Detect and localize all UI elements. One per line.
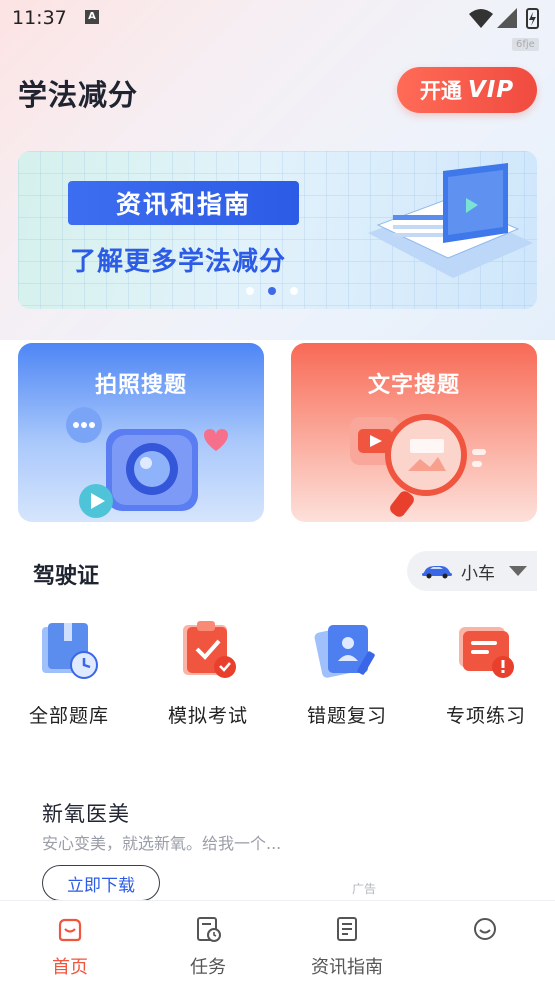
camera-icon — [66, 407, 228, 518]
question-bank-icon — [34, 615, 104, 685]
feature-mistake-review[interactable]: 错题复习 — [278, 615, 416, 728]
feature-question-bank[interactable]: 全部题库 — [0, 615, 138, 728]
task-icon — [197, 917, 221, 942]
ad-tag: 广告 — [352, 882, 377, 896]
wifi-icon — [469, 9, 493, 28]
tab-news-guide[interactable]: 资讯指南 — [292, 915, 402, 979]
text-search-label: 文字搜题 — [367, 373, 460, 398]
tab-label: 资讯指南 — [311, 957, 383, 978]
tab-home[interactable]: 首页 — [15, 915, 125, 979]
license-section-title: 驾驶证 — [33, 564, 100, 589]
vehicle-type-label: 小车 — [461, 563, 495, 584]
tab-label: 任务 — [190, 957, 226, 978]
notification-icon: A — [85, 10, 99, 24]
text-search-card[interactable]: 文字搜题 — [291, 343, 537, 522]
profile-icon — [474, 918, 496, 940]
feature-label: 错题复习 — [306, 705, 387, 727]
signal-icon — [497, 8, 517, 28]
photo-search-label: 拍照搜题 — [94, 373, 187, 398]
chevron-down-icon — [509, 566, 527, 576]
vip-word: VIP — [467, 77, 515, 103]
home-icon — [58, 918, 82, 942]
feature-special-practice[interactable]: 专项练习 — [417, 615, 555, 728]
feature-label: 模拟考试 — [167, 705, 248, 727]
status-time: 11:37 — [12, 7, 67, 29]
feature-label: 全部题库 — [28, 705, 109, 727]
banner-dot[interactable] — [246, 287, 254, 295]
feature-mock-exam[interactable]: 模拟考试 — [139, 615, 277, 728]
page-title: 学法减分 — [18, 78, 139, 112]
vehicle-type-select[interactable]: 小车 — [407, 551, 537, 591]
promo-banner[interactable]: 资讯和指南 了解更多学法减分 — [18, 151, 537, 309]
banner-subtitle: 了解更多学法减分 — [70, 247, 287, 277]
ad-description[interactable]: 安心变美，就选新氧。给我一个... — [42, 830, 281, 854]
status-icons — [469, 8, 539, 29]
ad-download-button[interactable]: 立即下载 — [42, 865, 160, 901]
banner-pagination — [246, 287, 298, 295]
magnifier-icon — [350, 414, 486, 517]
status-bar: 11:37 A — [0, 0, 555, 36]
car-icon — [422, 566, 452, 579]
tab-task[interactable]: 任务 — [153, 915, 263, 979]
special-practice-icon — [451, 615, 521, 685]
mistake-review-icon — [312, 615, 382, 685]
vip-button-label: 开通 — [419, 79, 462, 103]
banner-illustration — [368, 163, 533, 278]
banner-chip: 资讯和指南 — [68, 181, 299, 225]
bottom-tab-bar: 首页 任务 资讯指南 — [0, 900, 555, 988]
feature-label: 专项练习 — [445, 705, 526, 727]
tab-label: 首页 — [52, 957, 88, 978]
banner-dot-active[interactable] — [268, 287, 276, 295]
ad-title[interactable]: 新氧医美 — [42, 798, 130, 828]
news-guide-icon — [337, 917, 357, 941]
banner-dot[interactable] — [290, 287, 298, 295]
open-vip-button[interactable]: 开通 VIP — [397, 67, 537, 113]
photo-search-card[interactable]: 拍照搜题 — [18, 343, 264, 522]
corner-tag: 6fje — [512, 38, 539, 51]
tab-profile[interactable] — [430, 915, 540, 953]
mock-exam-icon — [173, 615, 243, 685]
